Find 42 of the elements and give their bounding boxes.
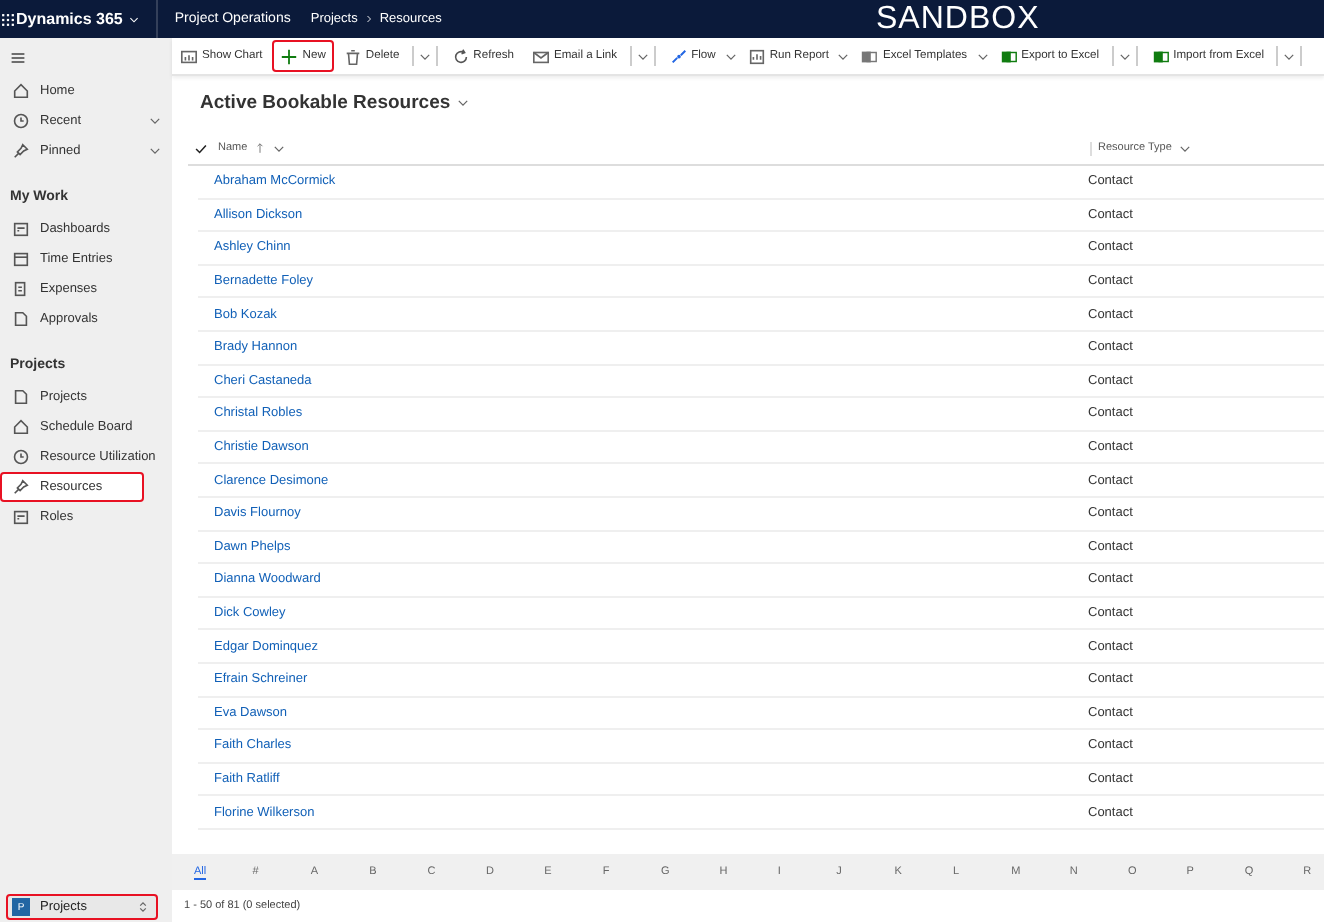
chevron-down-icon bbox=[417, 49, 432, 63]
chevron-down-icon bbox=[1282, 49, 1296, 63]
chevron-down-icon bbox=[1117, 49, 1132, 63]
chevron-down-icon bbox=[148, 114, 162, 128]
command-icon bbox=[451, 47, 470, 65]
environment-label: SANDBOX bbox=[876, 0, 1040, 38]
nav-icon bbox=[12, 508, 30, 526]
command-icon bbox=[180, 47, 198, 65]
up-down-chevron-icon bbox=[136, 900, 150, 914]
chevron-down-icon bbox=[635, 49, 650, 63]
app-launcher-icon bbox=[0, 11, 16, 27]
command-icon bbox=[343, 47, 362, 65]
view-title[interactable]: Active Bookable Resources bbox=[200, 91, 451, 113]
nav-icon bbox=[12, 478, 30, 496]
nav-icon bbox=[12, 220, 30, 238]
chevron-right-icon bbox=[363, 14, 374, 24]
nav-icon bbox=[12, 280, 30, 298]
column-menu-chevron-icon bbox=[1177, 141, 1192, 155]
nav-icon bbox=[12, 310, 30, 328]
command-icon bbox=[1151, 47, 1170, 65]
nav-icon bbox=[12, 142, 30, 160]
command-icon bbox=[747, 47, 766, 65]
chevron-down-icon bbox=[128, 13, 141, 25]
command-icon bbox=[531, 47, 550, 65]
command-icon bbox=[999, 47, 1018, 65]
view-selector-chevron-icon bbox=[456, 95, 471, 109]
menu-icon bbox=[10, 50, 26, 66]
chevron-down-icon bbox=[836, 49, 851, 63]
nav-icon bbox=[12, 82, 30, 100]
chevron-down-icon bbox=[148, 144, 162, 158]
app-name[interactable]: Dynamics 365 bbox=[16, 10, 123, 28]
nav-icon bbox=[12, 448, 30, 466]
command-icon bbox=[280, 47, 299, 65]
checkmark-icon bbox=[194, 141, 208, 155]
sort-ascending-icon bbox=[253, 142, 266, 154]
command-icon bbox=[860, 47, 879, 65]
nav-icon bbox=[12, 112, 30, 130]
nav-icon bbox=[12, 250, 30, 268]
chevron-down-icon bbox=[723, 49, 738, 63]
column-menu-chevron-icon bbox=[271, 141, 286, 155]
chevron-down-icon bbox=[975, 49, 990, 63]
command-icon bbox=[669, 47, 688, 65]
